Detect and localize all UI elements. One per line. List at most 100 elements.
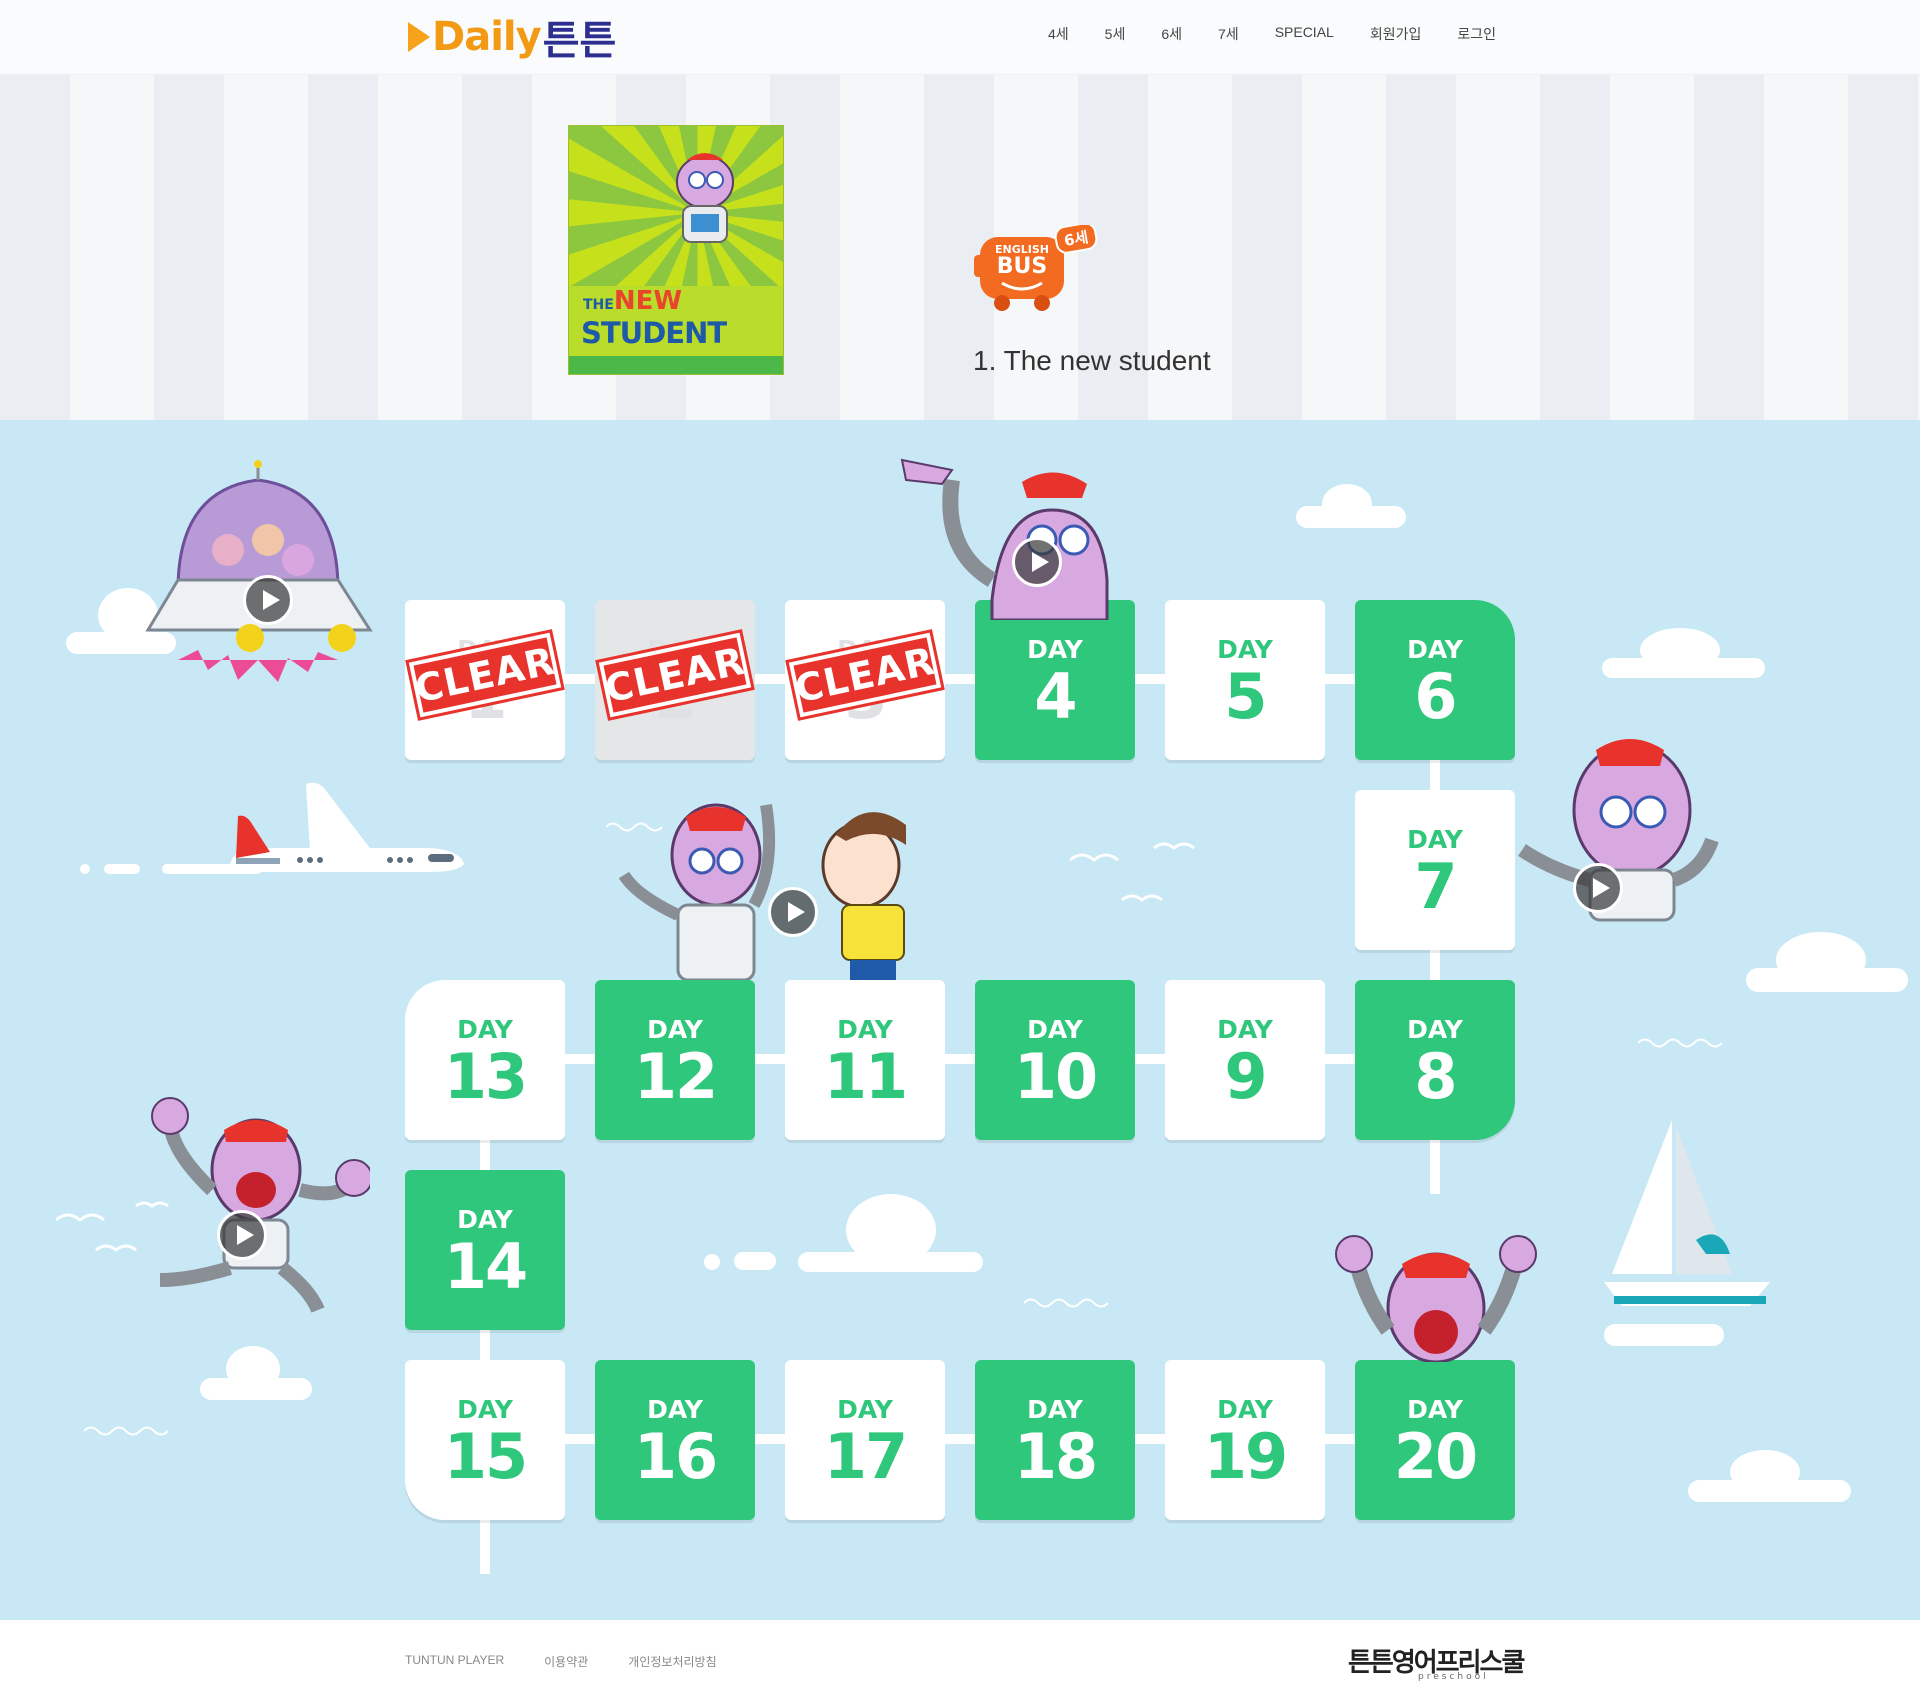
day-15-tile[interactable]: DAY 15 [405, 1360, 565, 1520]
day-number: 6 [1414, 659, 1457, 733]
footer-links: TUNTUN PLAYER 이용약관 개인정보처리방침 [405, 1653, 717, 1670]
footer-link-player[interactable]: TUNTUN PLAYER [405, 1653, 504, 1670]
day-4-tile[interactable]: DAY 4 [975, 600, 1135, 760]
main-nav: 4세 5세 6세 7세 SPECIAL 회원가입 로그인 [1048, 24, 1496, 44]
day-number: 9 [1224, 1039, 1267, 1113]
book-title-new: NEW [613, 286, 683, 316]
lesson-hero: THENEW STUDENT ENGLISH BUS 6세 1. The new… [0, 75, 1920, 420]
nav-age-5[interactable]: 5세 [1105, 24, 1126, 44]
site-footer: TUNTUN PLAYER 이용약관 개인정보처리방침 튼튼영어프리스쿨 pre… [0, 1620, 1920, 1705]
play-video-button[interactable] [1012, 537, 1062, 587]
cloud-decoration [1640, 628, 1720, 672]
site-logo[interactable]: Daily 튼튼 [408, 12, 616, 64]
day-13-tile[interactable]: DAY 13 [405, 980, 565, 1140]
day-number: 12 [633, 1039, 718, 1113]
play-video-button[interactable] [243, 575, 293, 625]
day-number: 14 [443, 1229, 528, 1303]
cloud-decoration [1776, 932, 1866, 988]
day-number: 20 [1393, 1419, 1478, 1493]
day-number: 13 [443, 1039, 528, 1113]
day-7-tile[interactable]: DAY 7 [1355, 790, 1515, 950]
day-label: DAY [1217, 634, 1273, 664]
day-label: DAY [1027, 1014, 1083, 1044]
wave-decoration [1024, 1298, 1109, 1308]
day-number: 18 [1013, 1419, 1098, 1493]
day-19-tile[interactable]: DAY 19 [1165, 1360, 1325, 1520]
footer-link-privacy[interactable]: 개인정보처리방침 [628, 1653, 716, 1670]
day-10-tile[interactable]: DAY 10 [975, 980, 1135, 1140]
day-number: 5 [1224, 659, 1267, 733]
day-label: DAY [1027, 1394, 1083, 1424]
logo-latin: Daily [432, 14, 542, 60]
day-number: 16 [633, 1419, 718, 1493]
cloud-decoration [226, 1346, 280, 1392]
day-board: DAY 1 CLEAR DAY 2 CLEAR DAY 3 CLEAR DAY … [0, 420, 1920, 1620]
book-title-student: STUDENT [581, 316, 727, 350]
day-2-tile[interactable]: DAY 2 CLEAR [595, 600, 755, 760]
english-bus-icon: ENGLISH BUS 6세 [974, 225, 1098, 311]
footer-brand-logo[interactable]: 튼튼영어프리스쿨 preschool [1348, 1642, 1525, 1682]
day-label: DAY [837, 1394, 893, 1424]
day-8-tile[interactable]: DAY 8 [1355, 980, 1515, 1140]
day-number: 19 [1203, 1419, 1288, 1493]
day-number: 10 [1013, 1039, 1098, 1113]
day-label: DAY [1407, 634, 1463, 664]
play-video-button[interactable] [768, 887, 818, 937]
footer-brand-sub: preschool [1418, 1672, 1489, 1682]
day-6-tile[interactable]: DAY 6 [1355, 600, 1515, 760]
day-20-tile[interactable]: DAY 20 [1355, 1360, 1515, 1520]
footer-link-terms[interactable]: 이용약관 [544, 1653, 588, 1670]
robot-and-boy-character-icon [618, 803, 906, 980]
robot-character-icon [676, 153, 734, 243]
day-5-tile[interactable]: DAY 5 [1165, 600, 1325, 760]
logo-play-icon [408, 22, 430, 52]
nav-login[interactable]: 로그인 [1457, 24, 1496, 44]
nav-age-6[interactable]: 6세 [1161, 24, 1182, 44]
day-label: DAY [1217, 1394, 1273, 1424]
nav-special[interactable]: SPECIAL [1275, 24, 1334, 44]
book-cover: THENEW STUDENT [568, 125, 784, 375]
day-14-tile[interactable]: DAY 14 [405, 1170, 565, 1330]
day-number: 7 [1414, 849, 1457, 923]
day-number: 4 [1034, 659, 1077, 733]
sailboat-icon [1604, 1120, 1770, 1306]
day-17-tile[interactable]: DAY 17 [785, 1360, 945, 1520]
day-16-tile[interactable]: DAY 16 [595, 1360, 755, 1520]
day-label: DAY [1217, 1014, 1273, 1044]
cloud-decoration [704, 1254, 720, 1270]
play-video-button[interactable] [217, 1210, 267, 1260]
play-video-button[interactable] [1573, 863, 1623, 913]
cloud-decoration [734, 1252, 776, 1270]
wave-decoration [84, 1426, 169, 1436]
nav-age-4[interactable]: 4세 [1048, 24, 1069, 44]
day-label: DAY [457, 1014, 513, 1044]
robot-cheering-character-icon [1335, 1235, 1537, 1362]
book-title-the: THE [583, 297, 614, 313]
day-label: DAY [1407, 824, 1463, 854]
day-label: DAY [1027, 634, 1083, 664]
day-number: 11 [823, 1039, 908, 1113]
logo-korean: 튼튼 [542, 18, 617, 64]
bus-text: BUS [997, 254, 1047, 279]
day-number: 15 [443, 1419, 528, 1493]
day-label: DAY [457, 1204, 513, 1234]
nav-age-7[interactable]: 7세 [1218, 24, 1239, 44]
day-12-tile[interactable]: DAY 12 [595, 980, 755, 1140]
day-18-tile[interactable]: DAY 18 [975, 1360, 1135, 1520]
day-3-tile[interactable]: DAY 3 CLEAR [785, 600, 945, 760]
day-label: DAY [837, 1014, 893, 1044]
day-label: DAY [1407, 1014, 1463, 1044]
birds-decoration [1070, 842, 1195, 902]
robot-jumping-character-icon [151, 1097, 370, 1313]
day-number: 17 [823, 1419, 908, 1493]
robot-waving-character-icon [900, 458, 1109, 620]
day-label: DAY [647, 1014, 703, 1044]
site-header: Daily 튼튼 4세 5세 6세 7세 SPECIAL 회원가입 로그인 [0, 0, 1920, 75]
nav-signup[interactable]: 회원가입 [1370, 24, 1422, 44]
lesson-title: 1. The new student [973, 345, 1211, 376]
day-9-tile[interactable]: DAY 9 [1165, 980, 1325, 1140]
day-label: DAY [1407, 1394, 1463, 1424]
cloud-decoration [846, 1194, 936, 1266]
day-1-tile[interactable]: DAY 1 CLEAR [405, 600, 565, 760]
day-11-tile[interactable]: DAY 11 [785, 980, 945, 1140]
